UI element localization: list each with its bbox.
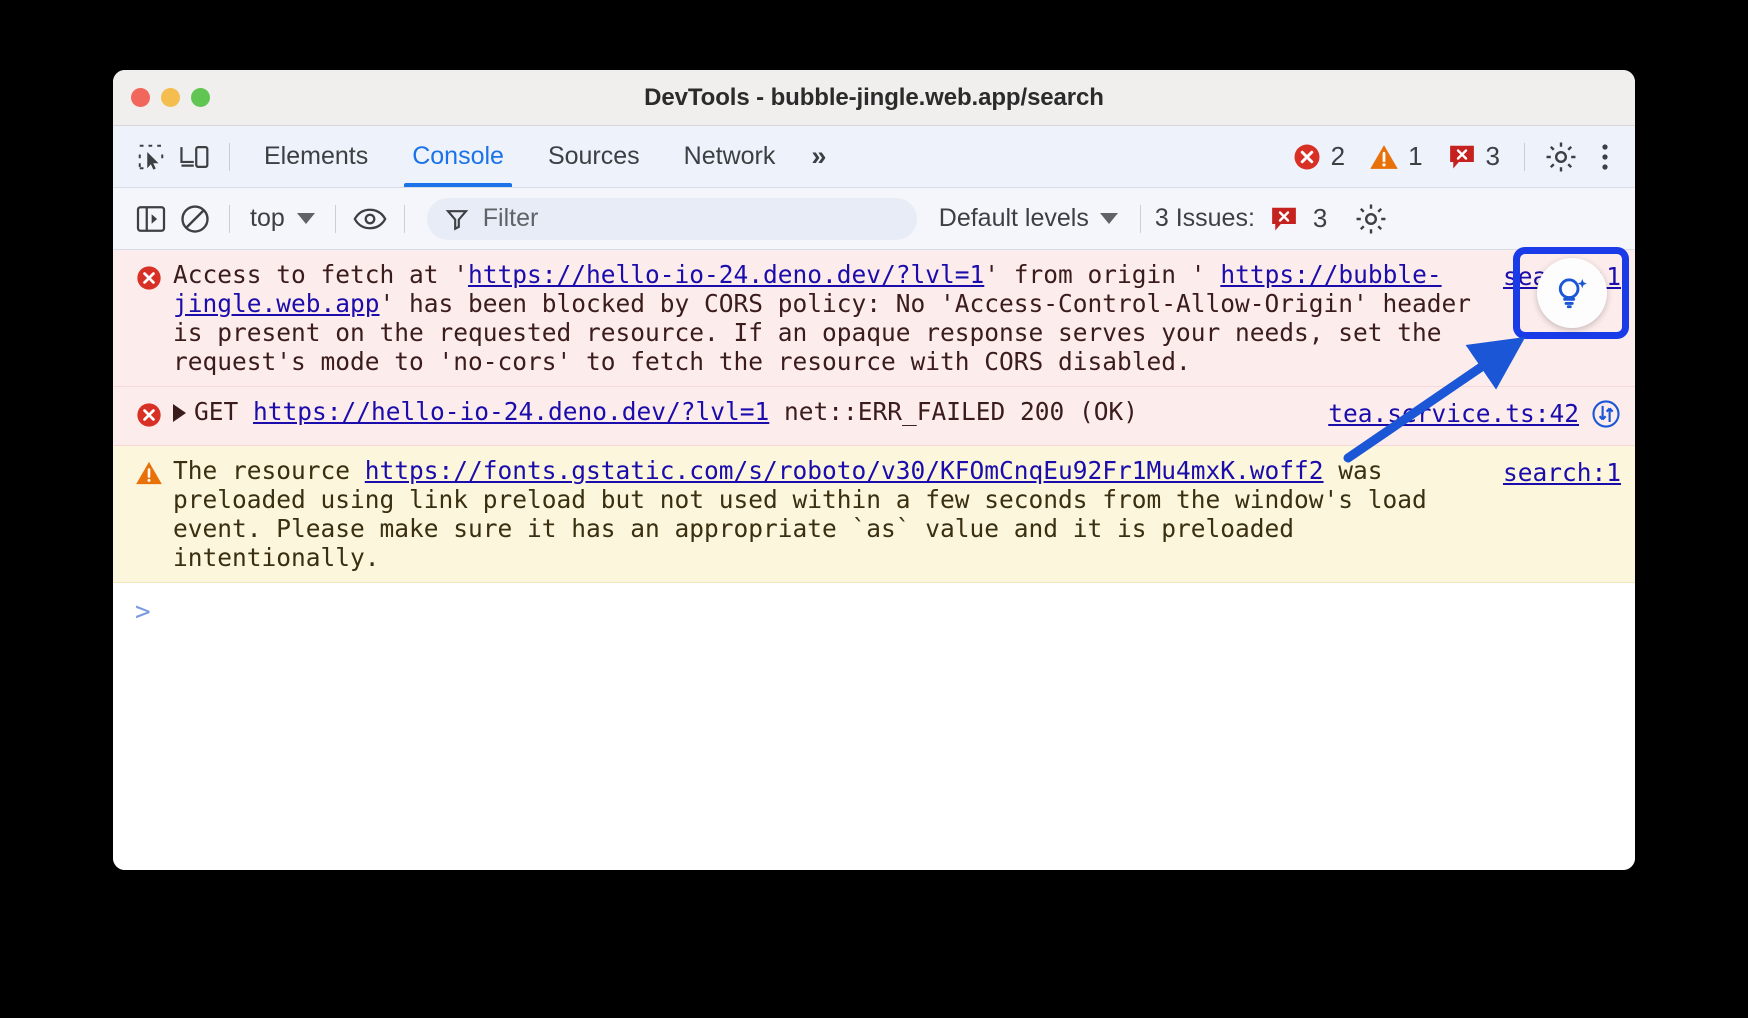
clear-console-icon[interactable]	[173, 197, 217, 241]
panel-tabs: Elements Console Sources Network »	[242, 126, 840, 187]
warning-triangle-icon	[135, 460, 165, 492]
inspect-element-icon[interactable]	[129, 135, 173, 179]
live-expression-eye-icon[interactable]	[348, 197, 392, 241]
expand-triangle-icon[interactable]	[173, 404, 186, 422]
tab-sources[interactable]: Sources	[526, 126, 662, 187]
devtools-tabstrip: Elements Console Sources Network » 2	[113, 126, 1635, 188]
error-circle-icon	[1292, 142, 1322, 172]
message-link-font-url[interactable]: https://fonts.gstatic.com/s/roboto/v30/K…	[365, 456, 1324, 485]
window-title: DevTools - bubble-jingle.web.app/search	[113, 84, 1635, 112]
window-titlebar: DevTools - bubble-jingle.web.app/search	[113, 70, 1635, 126]
message-text-part: The resource	[173, 456, 365, 485]
message-text-part: net::ERR_FAILED 200 (OK)	[769, 397, 1138, 426]
screenshot-root: DevTools - bubble-jingle.web.app/search …	[0, 0, 1748, 1018]
ai-explain-error-button[interactable]	[1537, 258, 1607, 328]
issues-toolbar-count: 3	[1313, 203, 1327, 234]
error-circle-icon	[135, 264, 165, 298]
prompt-chevron-icon: >	[135, 597, 151, 627]
issues-label: 3 Issues:	[1155, 204, 1255, 233]
chevron-down-icon	[297, 213, 315, 224]
warning-count: 1	[1408, 141, 1422, 172]
issue-counters: 2 1 3	[1280, 133, 1635, 181]
issue-message-icon	[1447, 143, 1477, 171]
device-toolbar-icon[interactable]	[173, 135, 217, 179]
message-text-part: ' from origin '	[984, 260, 1205, 289]
tab-network[interactable]: Network	[662, 126, 798, 187]
message-body: GET https://hello-io-24.deno.dev/?lvl=1 …	[173, 397, 1310, 426]
devtools-window: DevTools - bubble-jingle.web.app/search …	[113, 70, 1635, 870]
filterbar-divider-1	[229, 205, 230, 233]
console-prompt[interactable]: >	[113, 583, 1635, 641]
chevron-down-icon	[1100, 213, 1118, 224]
filter-icon	[445, 207, 469, 231]
tabstrip-divider	[229, 143, 230, 171]
message-text-part: GET	[194, 397, 253, 426]
devtools-settings-gear-icon[interactable]	[1537, 133, 1585, 181]
ai-lightbulb-sparkle-icon	[1552, 273, 1592, 313]
message-body: Access to fetch at 'https://hello-io-24.…	[173, 260, 1485, 376]
annotation-arrow-icon	[1330, 330, 1540, 470]
error-circle-icon	[135, 401, 165, 435]
context-label: top	[250, 204, 285, 233]
message-link-request-url[interactable]: https://hello-io-24.deno.dev/?lvl=1	[253, 397, 769, 426]
filterbar-divider-2	[335, 205, 336, 233]
devtools-more-menu-icon[interactable]	[1585, 133, 1625, 181]
filterbar-divider-3	[404, 205, 405, 233]
log-levels-label: Default levels	[939, 204, 1089, 233]
tab-console[interactable]: Console	[390, 126, 526, 187]
error-count: 2	[1331, 141, 1345, 172]
warning-triangle-icon	[1369, 143, 1399, 171]
filter-placeholder: Filter	[483, 204, 539, 233]
tab-elements[interactable]: Elements	[242, 126, 390, 187]
counters-divider	[1524, 143, 1525, 171]
warning-counter[interactable]: 1	[1357, 141, 1434, 172]
message-link-request-url[interactable]: https://hello-io-24.deno.dev/?lvl=1	[468, 260, 984, 289]
network-request-icon[interactable]	[1591, 399, 1621, 429]
message-body: The resource https://fonts.gstatic.com/s…	[173, 456, 1485, 572]
more-tabs-button[interactable]: »	[797, 126, 840, 187]
issues-count: 3	[1486, 141, 1500, 172]
log-levels-selector[interactable]: Default levels	[939, 204, 1118, 233]
issues-toolbar-button[interactable]: 3 Issues: 3	[1155, 203, 1328, 234]
error-counter[interactable]: 2	[1280, 141, 1357, 172]
console-filter-bar: top Filter Default levels	[113, 188, 1635, 250]
issues-counter[interactable]: 3	[1435, 141, 1512, 172]
filter-input[interactable]: Filter	[427, 198, 917, 240]
issue-message-icon	[1269, 205, 1299, 233]
console-settings-gear-icon[interactable]	[1349, 197, 1393, 241]
console-sidebar-icon[interactable]	[129, 197, 173, 241]
filterbar-divider-4	[1140, 205, 1141, 233]
message-text-part: Access to fetch at '	[173, 260, 468, 289]
javascript-context-selector[interactable]: top	[242, 204, 323, 233]
